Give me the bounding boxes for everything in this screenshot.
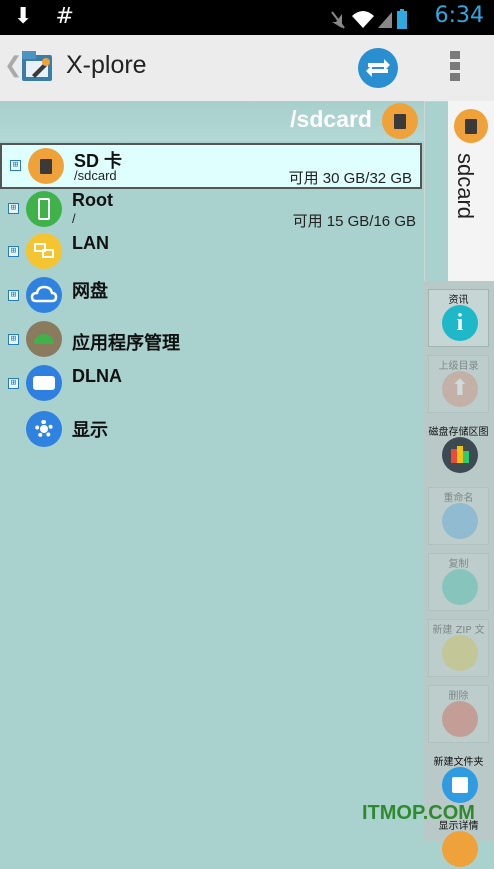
item-name: LAN xyxy=(72,233,109,253)
menu-dot xyxy=(450,62,460,70)
app-logo-icon[interactable] xyxy=(20,49,56,85)
status-left-icons: ⬇ # xyxy=(14,4,90,29)
op-label: 重命名 xyxy=(443,493,474,504)
expand-icon[interactable]: ⊞ xyxy=(8,378,19,389)
info-button[interactable]: 资讯 i xyxy=(428,289,489,347)
dlna-icon xyxy=(26,365,62,401)
item-name: 应用程序管理 xyxy=(72,333,180,353)
lan-icon xyxy=(26,233,62,269)
item-name: Root xyxy=(72,190,113,210)
phone-icon xyxy=(26,191,62,227)
free-space: 可用 15 GB/16 GB xyxy=(292,213,416,230)
expand-icon[interactable]: ⊞ xyxy=(8,203,19,214)
new-folder-icon xyxy=(442,767,478,803)
right-pane-tab[interactable]: sdcard xyxy=(448,101,494,281)
trash-icon xyxy=(442,701,478,737)
signal-icon xyxy=(378,12,392,28)
item-path: / xyxy=(72,211,76,226)
download-icon: ⬇ xyxy=(14,4,33,29)
zip-icon xyxy=(442,635,478,671)
expand-icon[interactable]: ⊞ xyxy=(8,246,19,257)
tree-item-cloud[interactable]: ⊞ 网盘 xyxy=(0,275,424,319)
right-pane-label: sdcard xyxy=(453,153,478,220)
battery-icon xyxy=(397,9,407,29)
android-icon xyxy=(26,321,62,357)
operations-toolbar: 资讯 i 上级目录 ⬆ 磁盘存储区图 重命名 复制 新建 ZIP 文件 删除 新… xyxy=(424,281,494,867)
disk-map-button[interactable]: 磁盘存储区图 xyxy=(428,421,489,479)
op-label: 删除 xyxy=(448,691,469,702)
rename-icon xyxy=(442,503,478,539)
copy-button[interactable]: 复制 xyxy=(428,553,489,611)
new-zip-button[interactable]: 新建 ZIP 文件 xyxy=(428,619,489,677)
op-label: 资讯 xyxy=(448,295,469,306)
item-path: /sdcard xyxy=(74,168,117,183)
details-icon xyxy=(442,831,478,867)
expand-icon[interactable]: ⊞ xyxy=(8,334,19,345)
cloud-icon xyxy=(26,277,62,313)
tree-item-root[interactable]: ⊞ Root / 可用 15 GB/16 GB xyxy=(0,189,424,233)
expand-icon[interactable]: ⊞ xyxy=(8,290,19,301)
tree-item-sd-card[interactable]: ⊞ SD 卡 /sdcard 可用 30 GB/32 GB xyxy=(0,143,422,189)
sd-card-icon xyxy=(382,103,418,139)
swap-panes-button[interactable] xyxy=(358,48,398,88)
expand-icon[interactable]: ⊞ xyxy=(10,160,21,171)
current-path: /sdcard xyxy=(290,106,372,132)
path-bar: /sdcard xyxy=(0,101,424,141)
new-folder-button[interactable]: 新建文件夹 xyxy=(428,751,489,809)
delete-button[interactable]: 删除 xyxy=(428,685,489,743)
tree-item-app-manager[interactable]: ⊞ 应用程序管理 xyxy=(0,319,424,363)
parent-directory-button[interactable]: 上级目录 ⬆ xyxy=(428,355,489,413)
menu-dot xyxy=(450,51,460,59)
op-label: 新建文件夹 xyxy=(433,757,484,768)
info-icon: i xyxy=(442,305,478,341)
rename-button[interactable]: 重命名 xyxy=(428,487,489,545)
wifi-icon xyxy=(352,11,374,28)
disk-map-icon xyxy=(442,437,478,473)
copy-icon xyxy=(442,569,478,605)
clock: 6:34 xyxy=(434,3,484,28)
cloud-shape xyxy=(30,285,58,303)
op-label: 上级目录 xyxy=(438,361,479,372)
up-arrow-icon: ⬆ xyxy=(442,371,478,407)
watermark: ITMOP.COM xyxy=(362,802,475,824)
tree-item-display[interactable]: 显示 xyxy=(0,409,424,453)
hash-icon: # xyxy=(55,4,74,29)
item-name: DLNA xyxy=(72,366,122,386)
menu-dot xyxy=(450,73,460,81)
app-title: X-plore xyxy=(66,51,147,79)
op-label: 复制 xyxy=(448,559,469,570)
tree-item-lan[interactable]: ⊞ LAN xyxy=(0,231,424,275)
tree-item-dlna[interactable]: ⊞ DLNA xyxy=(0,363,424,407)
status-bar: ⬇ # 6:34 xyxy=(0,0,494,35)
item-name: 显示 xyxy=(72,420,108,440)
free-space: 可用 30 GB/32 GB xyxy=(288,170,412,187)
item-name: 网盘 xyxy=(72,281,108,301)
swap-arrows-icon xyxy=(366,59,390,77)
op-label: 磁盘存储区图 xyxy=(428,427,489,438)
status-icons xyxy=(331,9,407,29)
action-bar: ❮ X-plore xyxy=(0,35,494,102)
mute-icon xyxy=(331,11,345,29)
sd-card-icon xyxy=(28,148,64,184)
gear-icon xyxy=(26,411,62,447)
overflow-menu-button[interactable] xyxy=(448,51,462,85)
sd-card-icon xyxy=(454,109,488,143)
